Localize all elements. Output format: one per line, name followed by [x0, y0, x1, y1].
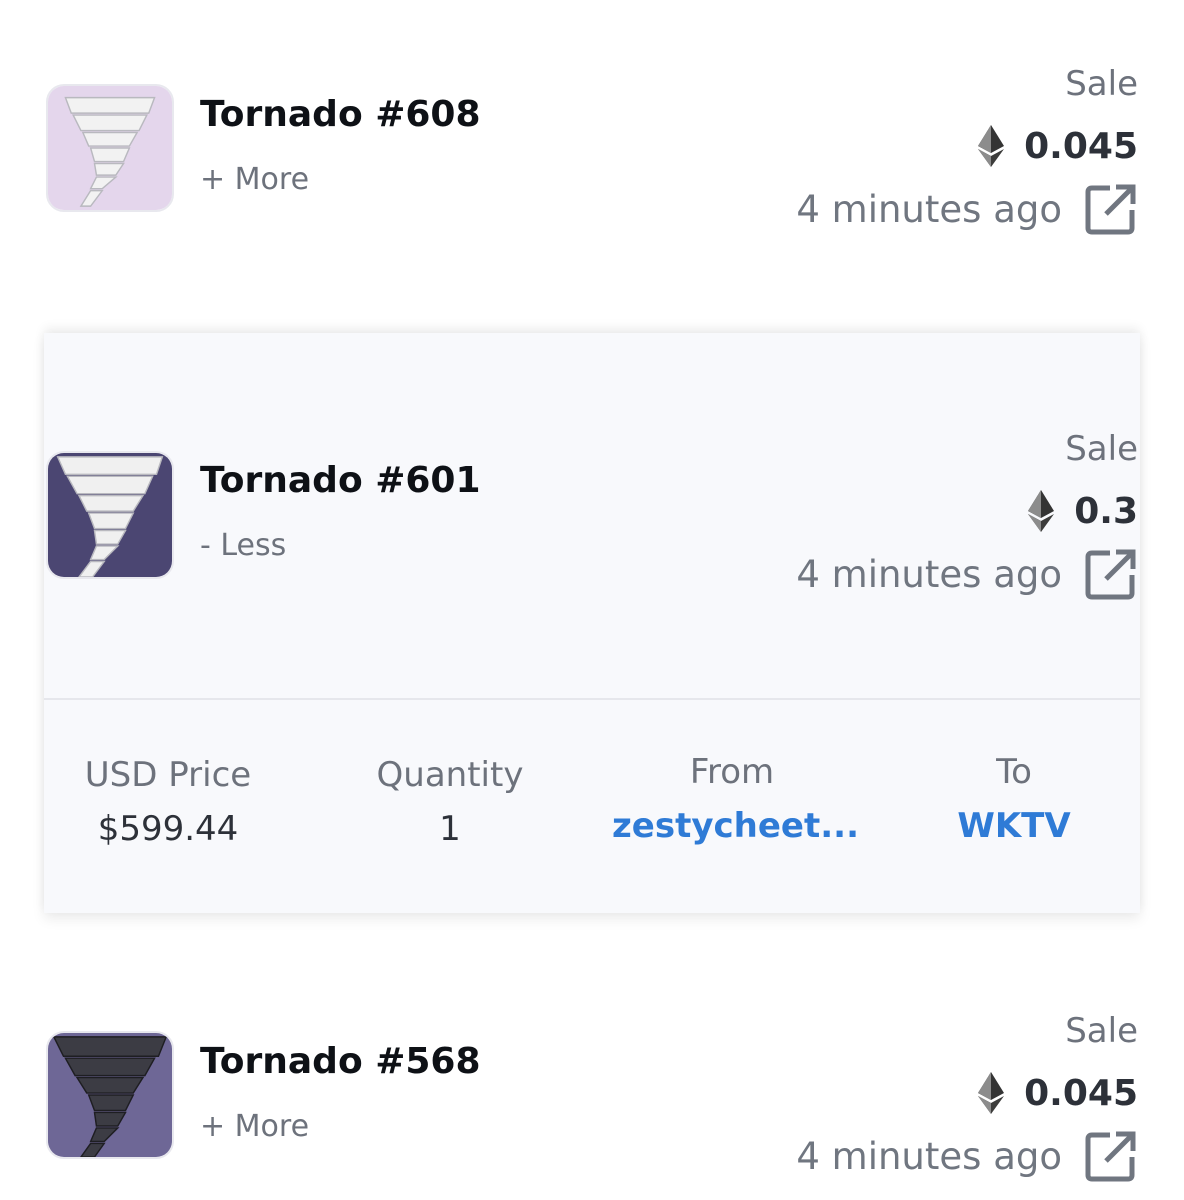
usd-price-field: USD Price $599.44	[48, 755, 288, 849]
price-value: 0.3	[1074, 490, 1138, 532]
from-address-link[interactable]: zestycheet...	[612, 806, 859, 846]
sale-row-expanded[interactable]: Tornado #601 - Less Sale 0.3 4 minutes a…	[44, 333, 1140, 913]
sale-row[interactable]: Tornado #608 + More Sale 0.045 4 minutes…	[44, 60, 1140, 250]
price-value: 0.045	[1024, 125, 1138, 167]
tornado-image	[48, 86, 172, 210]
tornado-image	[48, 1033, 172, 1157]
ethereum-icon	[978, 1072, 1005, 1114]
timestamp: 4 minutes ago	[796, 1129, 1138, 1183]
nft-thumbnail[interactable]	[46, 451, 174, 579]
price-value: 0.045	[1024, 1072, 1138, 1114]
nft-thumbnail[interactable]	[46, 1031, 174, 1159]
event-type: Sale	[1065, 64, 1138, 104]
price: 0.3	[1028, 489, 1138, 533]
quantity-value: 1	[439, 809, 461, 849]
ethereum-icon	[1028, 490, 1055, 532]
timestamp: 4 minutes ago	[796, 182, 1138, 236]
to-label: To	[996, 752, 1032, 792]
quantity-label: Quantity	[376, 755, 524, 795]
price: 0.045	[978, 1071, 1138, 1115]
more-toggle[interactable]: + More	[200, 162, 309, 197]
quantity-field: Quantity 1	[330, 755, 570, 849]
sale-row[interactable]: Tornado #568 + More Sale 0.045 4 minutes…	[44, 1007, 1140, 1200]
price: 0.045	[978, 124, 1138, 168]
time-text: 4 minutes ago	[796, 187, 1062, 231]
more-toggle[interactable]: + More	[200, 1109, 309, 1144]
event-type: Sale	[1065, 429, 1138, 469]
usd-price-value: $599.44	[97, 809, 239, 849]
external-link-icon[interactable]	[1084, 182, 1138, 236]
nft-name[interactable]: Tornado #568	[200, 1041, 481, 1082]
to-field: To WKTV	[894, 752, 1134, 846]
event-type: Sale	[1065, 1011, 1138, 1051]
nft-name[interactable]: Tornado #608	[200, 94, 481, 135]
external-link-icon[interactable]	[1084, 1129, 1138, 1183]
usd-price-label: USD Price	[84, 755, 252, 795]
divider	[44, 698, 1140, 700]
nft-name[interactable]: Tornado #601	[200, 460, 481, 501]
tornado-image	[48, 453, 172, 577]
less-toggle[interactable]: - Less	[200, 528, 286, 563]
from-label: From	[689, 752, 775, 792]
from-field: From zestycheet...	[612, 752, 859, 846]
time-text: 4 minutes ago	[796, 552, 1062, 596]
to-address-link[interactable]: WKTV	[894, 806, 1134, 846]
nft-thumbnail[interactable]	[46, 84, 174, 212]
timestamp: 4 minutes ago	[796, 547, 1138, 601]
time-text: 4 minutes ago	[796, 1134, 1062, 1178]
external-link-icon[interactable]	[1084, 547, 1138, 601]
ethereum-icon	[978, 125, 1005, 167]
